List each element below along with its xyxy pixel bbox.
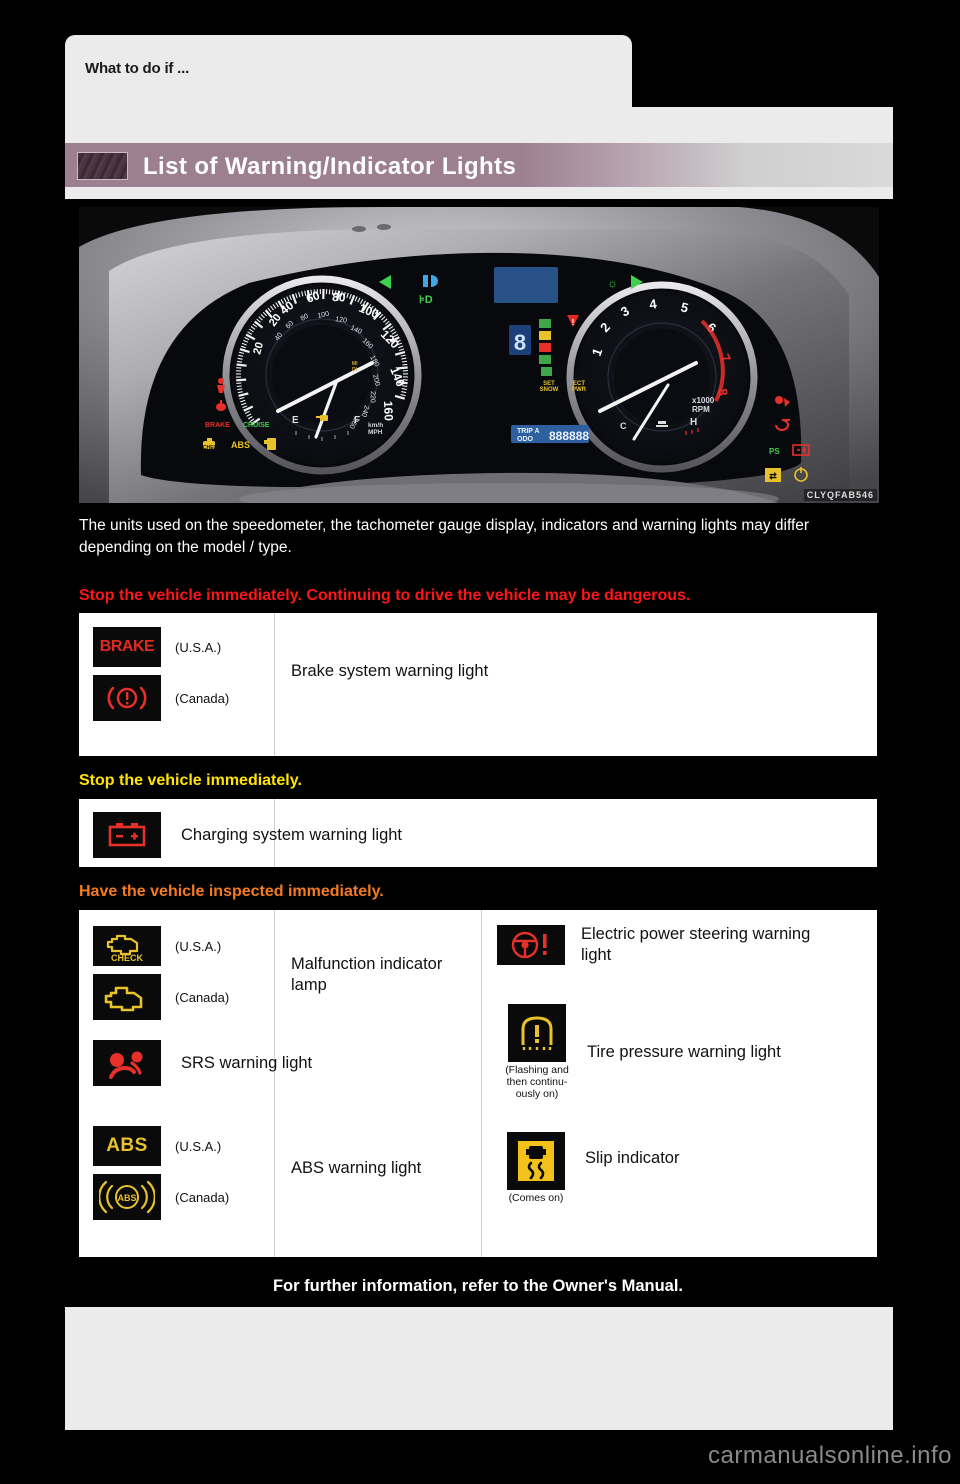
svg-text:MPH: MPH (368, 429, 383, 436)
svg-text:220: 220 (369, 391, 376, 403)
svg-text:CRUISE: CRUISE (243, 422, 270, 429)
abs-icon-glyph: ABS (106, 1135, 148, 1156)
slip-label: Slip indicator (585, 1149, 680, 1167)
abs-text-icon: ABS (93, 1126, 161, 1166)
charging-warning-label: Charging system warning light (181, 825, 403, 844)
svg-text:CHECK: CHECK (203, 445, 221, 451)
svg-text:PWR: PWR (572, 387, 587, 393)
svg-text:F: F (354, 415, 360, 426)
region-label-usa-abs: (U.S.A.) (175, 1138, 222, 1154)
brake-icon-glyph: BRAKE (99, 638, 155, 655)
svg-text:CHECK: CHECK (111, 953, 144, 963)
svg-text:!: ! (572, 318, 575, 327)
section-heading-stop: Stop the vehicle immediately. (79, 768, 877, 794)
content-area: 20 20 40 60 80 100 120 140 160 40 60 80 … (65, 199, 893, 1307)
electric-power-steering-icon (497, 924, 565, 965)
svg-text:DI: DI (352, 367, 358, 373)
svg-text:⊧D: ⊧D (419, 294, 433, 306)
chapter-tab-label: What to do if ... (85, 60, 190, 77)
mil-label: Malfunction indicator lamp (291, 955, 443, 994)
region-label-canada: (Canada) (175, 690, 230, 706)
abs-label: ABS warning light (291, 1159, 422, 1177)
section-banner: List of Warning/Indicator Lights (65, 143, 893, 187)
region-label-canada-mil: (Canada) (175, 989, 230, 1005)
header-band (65, 107, 893, 143)
srs-glyph (109, 1051, 143, 1079)
slip-glyph (518, 1141, 554, 1181)
svg-text:160: 160 (381, 401, 396, 422)
svg-text:x1000: x1000 (692, 396, 715, 405)
cluster-illustration: 20 20 40 60 80 100 120 140 160 40 60 80 … (79, 207, 879, 503)
svg-text:C: C (620, 421, 627, 431)
thumbnail-icon (77, 152, 128, 180)
units-note: The units used on the speedometer, the t… (79, 517, 810, 557)
tire-pressure-icon (508, 1004, 566, 1062)
table-inspect: CHECK (U.S.A.) (Canada) Malfunction indi… (79, 910, 877, 1257)
section-heading-inspect: Have the vehicle inspected immediately. (79, 879, 877, 905)
svg-text:8: 8 (514, 330, 526, 355)
eps-glyph (511, 931, 547, 958)
svg-text:SNOW: SNOW (540, 387, 559, 393)
page-bottom-whitespace (65, 1307, 893, 1430)
eps-label: Electric power steering warning light (581, 925, 811, 964)
srs-label: SRS warning light (181, 1053, 313, 1072)
svg-text:TRIP A: TRIP A (517, 428, 540, 435)
table-brake: BRAKE (U.S.A.) (Canada) Brake system war… (79, 613, 877, 756)
tire-pressure-label: Tire pressure warning light (587, 1043, 781, 1061)
check-engine-text-glyph: CHECK (106, 934, 144, 963)
svg-text:ABS: ABS (117, 1193, 136, 1203)
owners-manual-footnote: For further information, refer to the Ow… (79, 1269, 877, 1303)
page-title: List of Warning/Indicator Lights (143, 153, 517, 180)
battery-icon (93, 812, 161, 858)
svg-text:BRAKE: BRAKE (205, 422, 230, 429)
photo-caption-code: CLYQFAB546 (803, 489, 877, 501)
check-engine-icon (93, 974, 161, 1020)
svg-text:ABS: ABS (231, 440, 250, 450)
check-engine-text-icon: CHECK (93, 926, 161, 966)
region-label-canada-abs: (Canada) (175, 1189, 230, 1205)
table-charging: Charging system warning light (79, 799, 877, 867)
instrument-cluster-photo: 20 20 40 60 80 100 120 140 160 40 60 80 … (79, 207, 879, 503)
svg-text:ODO: ODO (517, 436, 534, 443)
region-label-usa-mil: (U.S.A.) (175, 938, 222, 954)
svg-text:☼: ☼ (607, 276, 618, 290)
tire-pressure-condition-note: (Flashing and then continu-ously on) (505, 1064, 569, 1101)
brake-circle-icon (93, 675, 161, 721)
banner-underline (65, 187, 893, 199)
region-label-usa: (U.S.A.) (175, 639, 222, 655)
svg-text:km/h: km/h (368, 422, 383, 429)
svg-text:E: E (292, 415, 299, 426)
battery-glyph (108, 823, 146, 847)
chapter-tab: What to do if ... (65, 35, 632, 107)
brake-text-icon: BRAKE (93, 627, 161, 667)
brake-circle-glyph (107, 686, 147, 710)
section-heading-danger: Stop the vehicle immediately. Continuing… (79, 587, 691, 604)
manual-page-sheet: What to do if ... List of Warning/Indica… (65, 35, 893, 1430)
slip-condition-note: (Comes on) (508, 1192, 564, 1204)
srs-airbag-icon (93, 1040, 161, 1086)
slip-indicator-icon (507, 1132, 565, 1190)
site-watermark: carmanualsonline.info (708, 1442, 952, 1469)
svg-text:888888: 888888 (549, 429, 589, 443)
brake-warning-label: Brake system warning light (291, 662, 489, 680)
abs-circle-glyph: ABS (99, 1180, 155, 1214)
check-engine-glyph (104, 986, 143, 1012)
tire-pressure-glyph (521, 1016, 553, 1050)
svg-text:H: H (690, 417, 697, 428)
abs-circle-icon: ABS (93, 1174, 161, 1220)
svg-text:PS: PS (769, 447, 780, 456)
svg-text:RPM: RPM (692, 405, 710, 414)
svg-text:⇄: ⇄ (769, 471, 777, 481)
svg-text:80: 80 (332, 290, 346, 304)
